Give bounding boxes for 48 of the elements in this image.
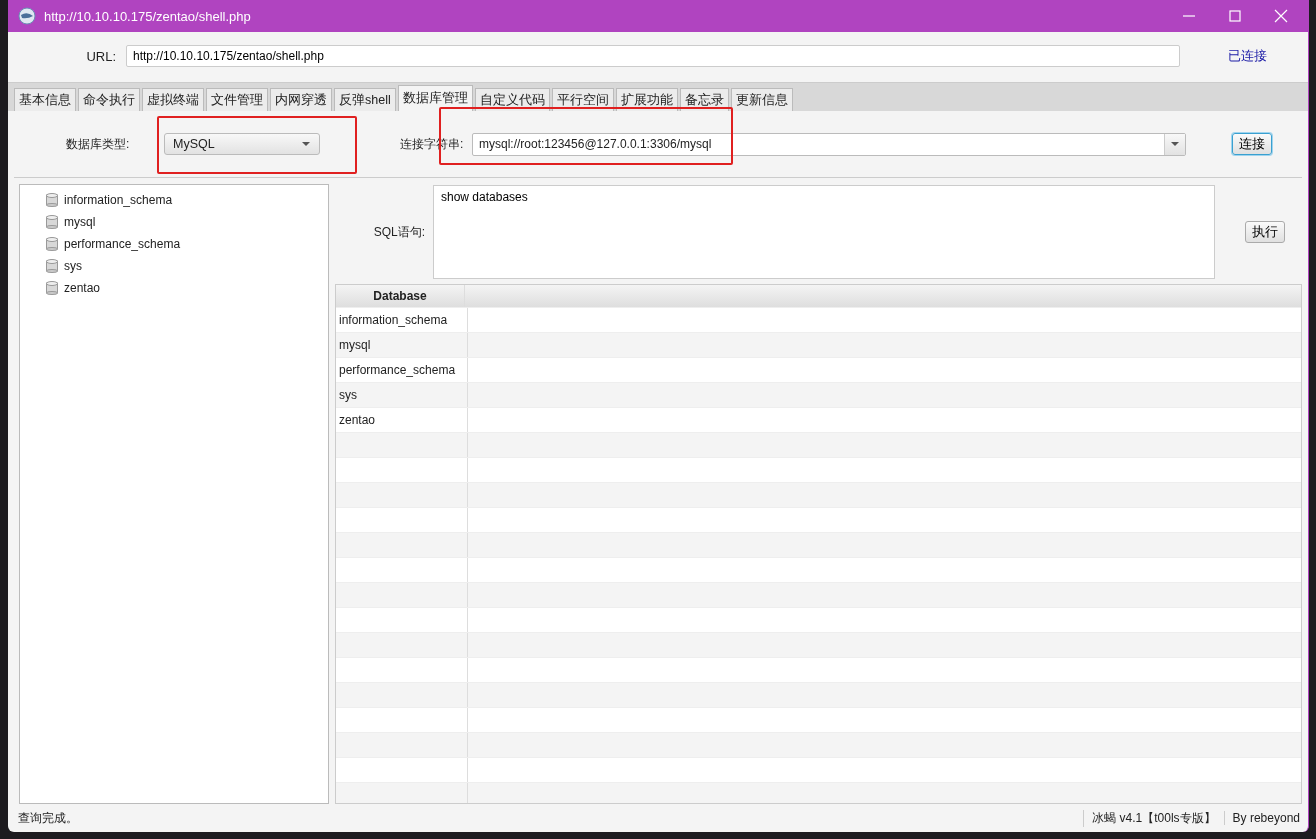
tree-item[interactable]: information_schema — [64, 193, 173, 207]
tab[interactable]: 反弹shell — [334, 88, 396, 111]
table-cell: sys — [336, 383, 468, 407]
tab[interactable]: 数据库管理 — [397, 85, 473, 111]
table-cell: information_schema — [336, 308, 468, 332]
connection-status: 已连接 — [1228, 47, 1267, 65]
tab[interactable]: 基本信息 — [14, 88, 76, 111]
tab[interactable]: 平行空间 — [551, 88, 614, 111]
tab[interactable]: 命令执行 — [78, 88, 140, 111]
run-button[interactable]: 执行 — [1245, 221, 1285, 243]
column-header: Database — [336, 285, 465, 307]
window-title: http://10.10.10.175/zentao/shell.php — [44, 8, 251, 24]
url-label: URL: — [85, 48, 116, 64]
tree-item[interactable]: mysql — [64, 215, 96, 229]
caret-icon — [301, 141, 311, 147]
database-icon — [46, 215, 58, 229]
tab[interactable]: 备忘录 — [679, 88, 729, 111]
status-message: 查询完成。 — [18, 809, 78, 827]
tree-item[interactable]: sys — [64, 259, 82, 273]
tab[interactable]: 虚拟终端 — [142, 88, 204, 111]
tab[interactable]: 文件管理 — [206, 88, 268, 111]
sql-label: SQL语句: — [372, 223, 425, 241]
tab[interactable]: 更新信息 — [730, 88, 793, 111]
close-icon[interactable] — [1274, 9, 1288, 23]
tab[interactable]: 自定义代码 — [474, 88, 550, 111]
author-label: By rebeyond — [1223, 811, 1308, 825]
database-icon — [46, 259, 58, 273]
tab[interactable]: 扩展功能 — [615, 88, 678, 111]
table-cell: zentao — [336, 408, 468, 432]
connection-string-field[interactable]: mysql://root:123456@127.0.0.1:3306/mysql — [472, 132, 1186, 156]
db-type-label: 数据库类型: — [66, 135, 131, 153]
database-icon — [46, 281, 58, 295]
database-icon — [46, 237, 58, 251]
db-type-dropdown[interactable]: MySQL — [164, 133, 320, 155]
version-label: 冰蝎 v4.1【t00ls专版】 — [1083, 809, 1224, 827]
table-cell: performance_schema — [336, 358, 468, 382]
table-cell: mysql — [336, 333, 468, 357]
url-field[interactable]: http://10.10.10.175/zentao/shell.php — [126, 45, 1180, 67]
tab[interactable]: 内网穿透 — [270, 88, 332, 111]
database-icon — [46, 193, 58, 207]
maximize-icon[interactable] — [1228, 9, 1242, 23]
caret-icon — [1170, 141, 1180, 147]
globe-icon — [18, 7, 36, 25]
connect-button[interactable]: 连接 — [1232, 133, 1272, 155]
tree-item[interactable]: performance_schema — [64, 237, 181, 251]
sql-input[interactable]: show databases — [433, 185, 1215, 279]
dropdown-button[interactable] — [1164, 133, 1185, 155]
tree-item[interactable]: zentao — [64, 281, 101, 295]
